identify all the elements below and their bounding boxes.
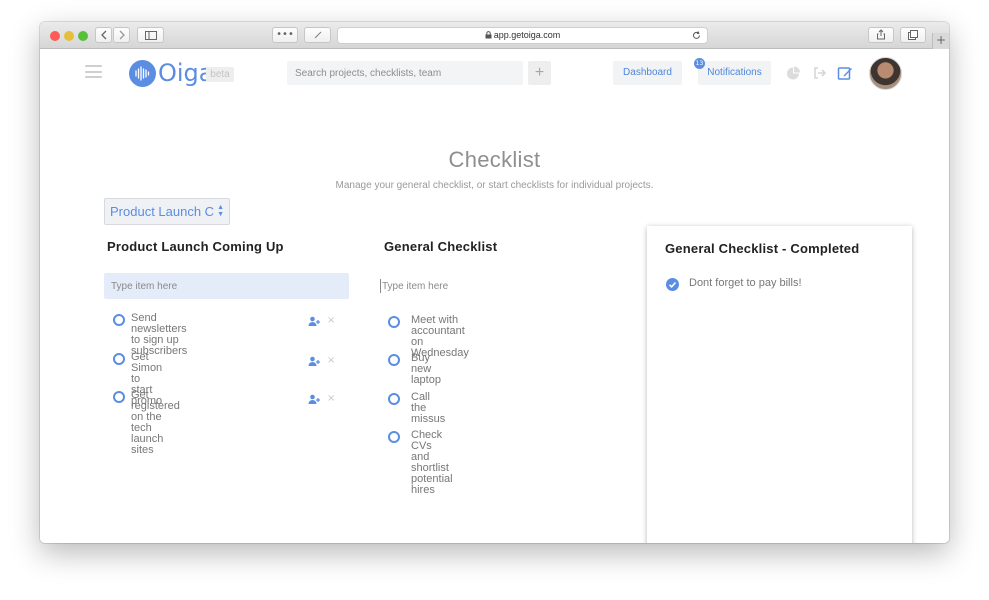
maximize-window-button[interactable] (78, 31, 88, 41)
tabs-button[interactable] (900, 27, 926, 43)
completed-checklist-title: General Checklist - Completed (665, 241, 860, 256)
extension-button[interactable] (304, 27, 331, 43)
completed-item-text[interactable]: Dont forget to pay bills! (689, 277, 802, 289)
soundwave-icon (135, 66, 150, 81)
dashboard-button[interactable]: Dashboard (613, 61, 682, 85)
lock-icon (485, 31, 492, 39)
user-avatar[interactable] (869, 57, 902, 90)
remove-icon[interactable]: × (327, 315, 335, 326)
back-button[interactable] (95, 27, 112, 43)
checkbox-circle[interactable] (113, 353, 125, 365)
checkbox-circle[interactable] (113, 391, 125, 403)
app-content: Oiga beta + Dashboard Notifications 13 C… (40, 49, 949, 543)
notifications-count-badge: 13 (694, 58, 705, 69)
checkbox-circle[interactable] (388, 393, 400, 405)
item-text[interactable]: Buy new laptop (411, 353, 441, 386)
page-title: Checklist (448, 147, 541, 172)
reload-icon[interactable] (692, 31, 701, 40)
project-item-input[interactable] (104, 273, 349, 299)
project-select[interactable]: Product Launch C ▲ ▼ (104, 198, 230, 225)
notifications-button[interactable]: Notifications (698, 61, 771, 85)
logo-icon[interactable] (129, 60, 156, 87)
assign-user-icon[interactable] (308, 356, 320, 366)
item-text[interactable]: Check CVs and shortlist potential hires (411, 430, 453, 496)
checked-circle-icon[interactable] (666, 278, 679, 291)
project-checklist-title: Product Launch Coming Up (107, 239, 284, 254)
checkbox-circle[interactable] (113, 314, 125, 326)
general-item-input[interactable] (380, 279, 610, 293)
page-subtitle: Manage your general checklist, or start … (335, 180, 654, 191)
assign-user-icon[interactable] (308, 316, 320, 326)
minimize-window-button[interactable] (64, 31, 74, 41)
sidebar-icon (144, 31, 157, 40)
assign-user-icon[interactable] (308, 394, 320, 404)
address-bar[interactable]: app.getoiga.com (337, 27, 708, 44)
compose-icon[interactable] (837, 65, 853, 81)
general-checklist-title: General Checklist (384, 239, 498, 254)
checkbox-circle[interactable] (388, 316, 400, 328)
item-text[interactable]: Get registered on the tech launch sites (131, 390, 180, 456)
remove-icon[interactable]: × (327, 393, 335, 404)
beta-badge: beta (206, 67, 234, 82)
new-tab-button[interactable]: + (932, 33, 949, 49)
menu-icon[interactable] (85, 65, 102, 78)
forward-button[interactable] (113, 27, 130, 43)
url-text: app.getoiga.com (493, 30, 561, 40)
select-arrows-icon: ▲ ▼ (217, 204, 224, 218)
checkbox-circle[interactable] (388, 354, 400, 366)
browser-window: ••• app.getoiga.com + Oiga beta Search p… (40, 22, 949, 543)
chevron-right-icon (119, 30, 125, 40)
logout-icon[interactable] (812, 65, 828, 81)
browser-titlebar: ••• app.getoiga.com + (40, 22, 949, 49)
item-text[interactable]: Call the missus (411, 392, 445, 425)
checkbox-circle[interactable] (388, 431, 400, 443)
pie-chart-icon[interactable] (785, 65, 801, 81)
project-select-value: Product Launch C (110, 204, 215, 219)
share-button[interactable] (868, 27, 894, 43)
remove-icon[interactable]: × (327, 355, 335, 366)
search-input[interactable] (287, 61, 523, 85)
wrench-icon (314, 31, 321, 39)
sidebar-toggle-button[interactable] (137, 27, 164, 43)
chevron-left-icon (100, 30, 106, 40)
share-icon (877, 29, 885, 40)
tab-overview-button[interactable]: ••• (272, 27, 298, 43)
tabs-icon (908, 30, 918, 40)
add-button[interactable]: + (528, 61, 551, 85)
close-window-button[interactable] (50, 31, 60, 41)
completed-card: General Checklist - Completed Dont forge… (647, 226, 912, 543)
checkmark-icon (668, 281, 677, 288)
